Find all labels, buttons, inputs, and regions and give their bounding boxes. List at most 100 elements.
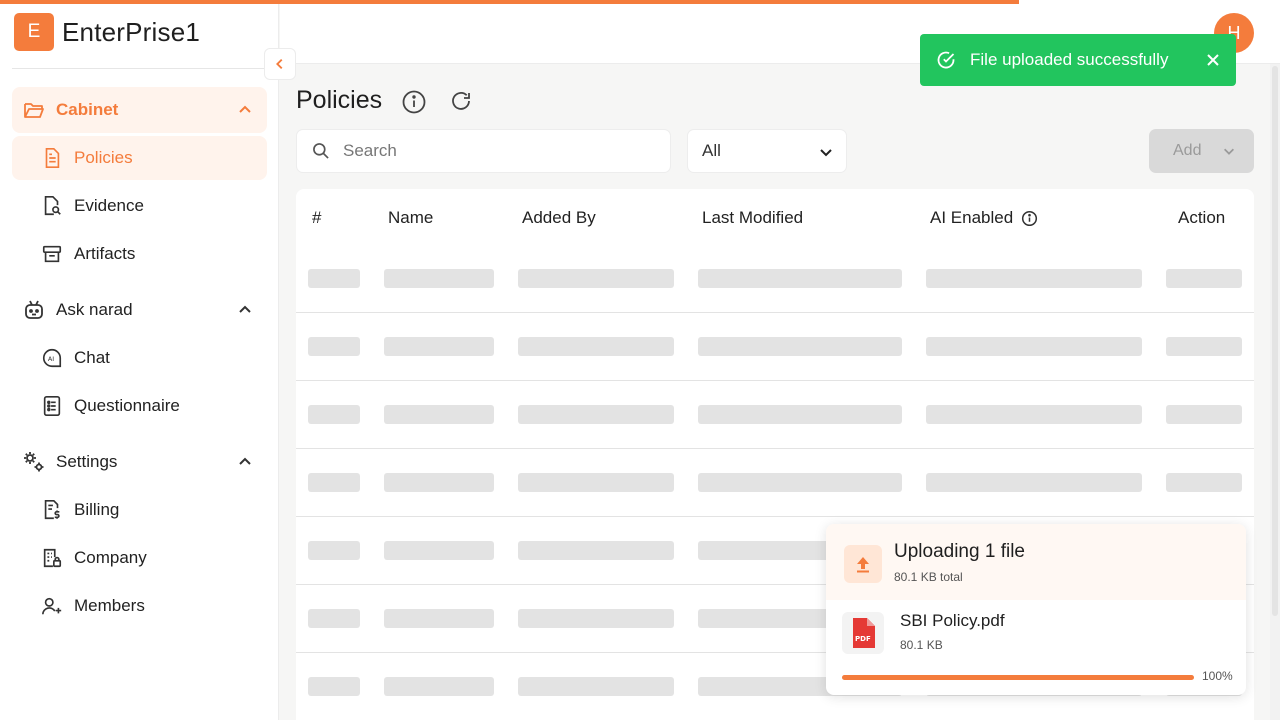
user-add-icon — [40, 594, 64, 618]
sidebar-item-label: Company — [74, 548, 147, 567]
info-icon[interactable] — [401, 89, 427, 115]
refresh-icon[interactable] — [449, 89, 473, 113]
upload-progress-percent: 100% — [1202, 669, 1233, 683]
skeleton-cell — [698, 269, 902, 288]
skeleton-cell — [308, 541, 360, 560]
upload-title: Uploading 1 file — [894, 541, 1025, 562]
skeleton-cell — [308, 609, 360, 628]
sidebar-group-settings[interactable]: Settings — [12, 439, 267, 485]
svg-text:AI: AI — [48, 355, 54, 363]
artifacts-icon — [40, 242, 64, 266]
gears-icon — [22, 450, 46, 474]
checklist-icon — [40, 394, 64, 418]
sidebar-item-questionnaire[interactable]: Questionnaire — [12, 384, 267, 428]
sidebar-item-evidence[interactable]: Evidence — [12, 184, 267, 228]
ai-chat-icon: AI — [40, 346, 64, 370]
skeleton-cell — [518, 405, 674, 424]
toast-message: File uploaded successfully — [970, 50, 1169, 69]
skeleton-cell — [1166, 337, 1242, 356]
skeleton-cell — [308, 677, 360, 696]
row-divider — [296, 312, 1254, 313]
skeleton-cell — [926, 269, 1142, 288]
column-header-label: AI Enabled — [930, 208, 1014, 227]
sidebar-group-ask-narad[interactable]: Ask narad — [12, 287, 267, 333]
skeleton-cell — [1166, 473, 1242, 492]
brand-name: EnterPrise1 — [62, 16, 201, 47]
close-icon[interactable] — [1204, 51, 1222, 69]
skeleton-cell — [518, 609, 674, 628]
sidebar-item-label: Chat — [74, 348, 110, 367]
scrollbar-thumb[interactable] — [1272, 66, 1278, 616]
skeleton-cell — [926, 405, 1142, 424]
upload-file-name: SBI Policy.pdf — [900, 611, 1005, 630]
sidebar-item-label: Artifacts — [74, 244, 136, 263]
sidebar-group-label: Cabinet — [56, 100, 119, 119]
skeleton-cell — [384, 541, 494, 560]
chevron-up-icon[interactable] — [237, 102, 253, 118]
sidebar-item-label: Members — [74, 596, 145, 615]
skeleton-cell — [518, 677, 674, 696]
folder-open-icon — [22, 98, 46, 122]
column-header-name[interactable]: Name — [388, 208, 433, 228]
skeleton-cell — [384, 677, 494, 696]
page-title: Policies — [296, 86, 383, 114]
sidebar-item-billing[interactable]: Billing — [12, 488, 267, 532]
sidebar-item-label: Evidence — [74, 196, 144, 215]
upload-panel: Uploading 1 file 80.1 KB total PDF SBI P… — [826, 524, 1246, 695]
row-divider — [296, 448, 1254, 449]
chevron-up-icon[interactable] — [237, 454, 253, 470]
robot-icon — [22, 298, 46, 322]
skeleton-cell — [384, 337, 494, 356]
column-header-added-by[interactable]: Added By — [522, 208, 596, 228]
sidebar-item-policies[interactable]: Policies — [12, 136, 267, 180]
brand-logo: E — [14, 13, 54, 51]
sidebar-item-label: Policies — [74, 148, 133, 167]
divider — [12, 68, 266, 69]
document-search-icon — [40, 194, 64, 218]
collapse-sidebar-button[interactable] — [264, 48, 296, 80]
column-header-index: # — [312, 208, 322, 227]
search-input[interactable] — [343, 141, 633, 161]
search-icon — [313, 143, 329, 159]
sidebar-item-members[interactable]: Members — [12, 584, 267, 628]
skeleton-cell — [698, 337, 902, 356]
skeleton-cell — [384, 269, 494, 288]
skeleton-cell — [926, 337, 1142, 356]
brand[interactable]: E EnterPrise1 — [14, 13, 200, 51]
filter-select[interactable]: All — [687, 129, 847, 173]
skeleton-cell — [518, 473, 674, 492]
chevron-up-icon[interactable] — [237, 302, 253, 318]
info-icon[interactable] — [1021, 210, 1038, 227]
chevron-down-icon — [1224, 148, 1234, 155]
sidebar-item-chat[interactable]: AI Chat — [12, 336, 267, 380]
column-header-ai-enabled[interactable]: AI Enabled — [930, 208, 1038, 228]
check-circle-icon — [937, 51, 955, 69]
pdf-file-icon: PDF — [842, 612, 884, 654]
search-box[interactable] — [296, 129, 671, 173]
skeleton-cell — [698, 473, 902, 492]
skeleton-cell — [308, 405, 360, 424]
upload-icon — [844, 545, 882, 583]
add-button[interactable]: Add — [1149, 129, 1254, 173]
chevron-left-icon — [276, 58, 283, 70]
upload-file-size: 80.1 KB — [900, 638, 943, 652]
upload-total-size: 80.1 KB total — [894, 570, 963, 584]
sidebar-item-label: Questionnaire — [74, 396, 180, 415]
skeleton-cell — [308, 473, 360, 492]
row-divider — [296, 516, 1254, 517]
upload-progress-bar — [842, 675, 1194, 680]
svg-text:PDF: PDF — [855, 635, 871, 643]
sidebar-group-cabinet[interactable]: Cabinet — [12, 87, 267, 133]
skeleton-cell — [1166, 269, 1242, 288]
upload-panel-header: Uploading 1 file 80.1 KB total — [826, 524, 1246, 600]
upload-progress-fill — [842, 675, 1194, 680]
sidebar-item-artifacts[interactable]: Artifacts — [12, 232, 267, 276]
skeleton-cell — [384, 609, 494, 628]
column-header-action: Action — [1178, 208, 1226, 227]
skeleton-cell — [698, 405, 902, 424]
document-icon — [40, 146, 64, 170]
column-header-last-modified[interactable]: Last Modified — [702, 208, 803, 228]
sidebar-item-company[interactable]: Company — [12, 536, 267, 580]
skeleton-cell — [308, 269, 360, 288]
billing-icon — [40, 498, 64, 522]
